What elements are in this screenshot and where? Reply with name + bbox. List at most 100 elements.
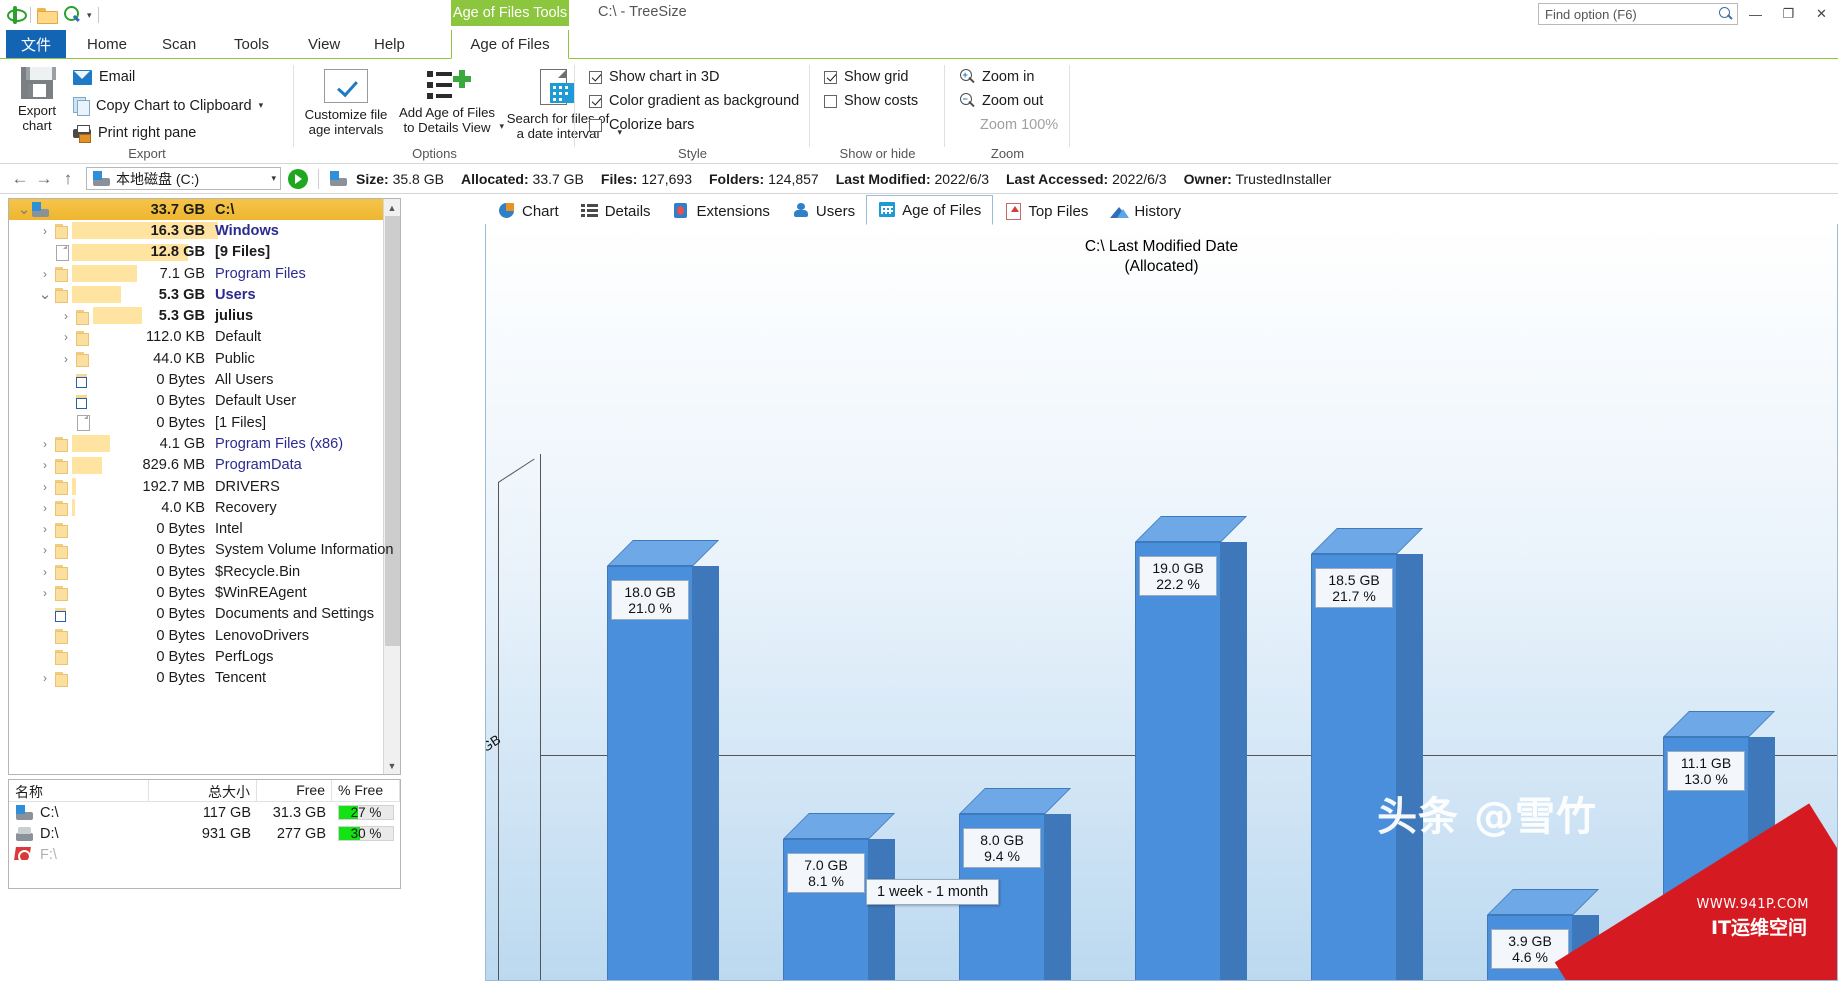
column-header-total-size[interactable]: 总大小 (149, 780, 257, 801)
customize-label-2: age intervals (308, 122, 384, 137)
view-tab-chart[interactable]: Chart (487, 197, 570, 225)
tree-row[interactable]: ↗ 0 Bytes Documents and Settings (9, 604, 383, 625)
scroll-thumb[interactable] (385, 216, 400, 646)
tree-row[interactable]: ↗ 0 Bytes All Users (9, 369, 383, 390)
copy-chart-to-clipboard-button[interactable]: Copy Chart to Clipboard ▾ (73, 97, 264, 116)
tree-row[interactable]: 0 Bytes LenovoDrivers (9, 625, 383, 646)
zoom-in-button[interactable]: + Zoom in (959, 69, 1034, 85)
close-button[interactable]: ✕ (1805, 0, 1838, 28)
tree-row-size: 44.0 KB (153, 350, 205, 367)
treesize-icon[interactable] (6, 6, 27, 24)
tree-row[interactable]: ⌄ 5.3 GB Users (9, 284, 383, 305)
email-button[interactable]: Email (73, 69, 135, 85)
up-button[interactable]: ↑ (56, 167, 80, 191)
folder-icon[interactable] (37, 7, 58, 24)
directory-tree-panel[interactable]: ⌄ 33.7 GB C:\ › 16.3 GB Windows 12.8 GB [9 File… (8, 198, 401, 775)
tree-row-size: 4.0 KB (161, 499, 205, 516)
stat-last-accessed-value: 2022/6/3 (1112, 170, 1167, 187)
export-chart-button[interactable]: Export chart (5, 67, 69, 133)
quick-access-toolbar[interactable]: ▾ (6, 3, 99, 27)
chevron-down-icon[interactable]: ▾ (271, 173, 276, 184)
tree-row-name: Tencent (215, 670, 267, 687)
scroll-up-arrow[interactable]: ▲ (384, 199, 400, 216)
tree-row[interactable]: › 16.3 GB Windows (9, 220, 383, 241)
search-icon[interactable] (1719, 7, 1733, 21)
tree-row-size: 7.1 GB (159, 265, 205, 282)
tree-row-size: 4.1 GB (159, 435, 205, 452)
print-right-pane-button[interactable]: Print right pane (73, 125, 196, 143)
drive-list-rows[interactable]: C:\ 117 GB 31.3 GB 27 % D:\ 931 GB 277 GB 30 % F… (9, 802, 400, 865)
forward-button[interactable]: → (32, 167, 56, 191)
users-icon (792, 203, 810, 219)
tree-row[interactable]: › 0 Bytes Tencent (9, 668, 383, 689)
directory-tree-list[interactable]: ⌄ 33.7 GB C:\ › 16.3 GB Windows 12.8 GB [9 File… (9, 199, 393, 774)
tree-row[interactable]: 0 Bytes PerfLogs (9, 646, 383, 667)
colorize-bars-checkbox[interactable]: Colorize bars (589, 117, 694, 133)
tab-tools[interactable]: Tools (220, 30, 283, 59)
tree-row[interactable]: › 4.1 GB Program Files (x86) (9, 433, 383, 454)
show-grid-checkbox[interactable]: Show grid (824, 69, 908, 85)
tab-scan[interactable]: Scan (148, 30, 210, 59)
back-button[interactable]: ← (8, 167, 32, 191)
drive-row[interactable]: C:\ 117 GB 31.3 GB 27 % (9, 802, 400, 823)
tree-row[interactable]: › 0 Bytes System Volume Information (9, 540, 393, 561)
tree-row[interactable]: ⌄ 33.7 GB C:\ (9, 199, 383, 221)
tree-scrollbar[interactable]: ▲ ▼ (383, 199, 400, 774)
tab-file[interactable]: 文件 (6, 30, 66, 59)
age-of-files-chart[interactable]: C:\ Last Modified Date (Allocated) 10 GB… (485, 224, 1838, 981)
chart-bar-value: 18.5 GB (1328, 572, 1380, 588)
tree-row[interactable]: › 4.0 KB Recovery (9, 497, 383, 518)
column-header-pct-free[interactable]: % Free (332, 780, 400, 801)
chart-bar-value: 3.9 GB (1508, 933, 1552, 949)
tree-row[interactable]: ↗ 0 Bytes Default User (9, 391, 383, 412)
drive-row[interactable]: F:\ (9, 844, 400, 865)
tab-home[interactable]: Home (73, 30, 141, 59)
path-combobox[interactable]: 本地磁盘 (C:) ▾ (86, 167, 281, 190)
maximize-button[interactable]: ❐ (1772, 0, 1805, 28)
tree-row[interactable]: › 0 Bytes $WinREAgent (9, 582, 383, 603)
tab-age-of-files[interactable]: Age of Files (451, 30, 569, 59)
scan-icon[interactable] (63, 6, 81, 24)
show-chart-in-3d-checkbox[interactable]: Show chart in 3D (589, 69, 719, 85)
show-costs-checkbox[interactable]: Show costs (824, 93, 918, 109)
details-icon (580, 203, 599, 219)
view-tab-age-of-files[interactable]: Age of Files (866, 195, 994, 225)
tab-help[interactable]: Help (360, 30, 419, 59)
column-header-name[interactable]: 名称 (9, 780, 149, 801)
view-tab-users[interactable]: Users (781, 197, 866, 225)
tree-row[interactable]: › 192.7 MB DRIVERS (9, 476, 383, 497)
tab-view[interactable]: View (294, 30, 354, 59)
minimize-button[interactable]: — (1739, 0, 1772, 28)
chart-bar-percent: 21.7 % (1332, 588, 1376, 604)
add-age-of-files-to-details-view-button[interactable]: Add Age of Files to Details View ▾ (394, 69, 504, 135)
tree-row[interactable]: › 112.0 KB Default (9, 327, 383, 348)
zoom-out-button[interactable]: − Zoom out (959, 93, 1043, 109)
customize-file-age-intervals-button[interactable]: Customize file age intervals (300, 69, 392, 137)
view-tab-history[interactable]: History (1099, 197, 1192, 225)
chevron-down-icon[interactable]: ▾ (87, 10, 92, 21)
view-tab-top-files[interactable]: Top Files (993, 197, 1099, 225)
tree-row[interactable]: › 7.1 GB Program Files (9, 263, 383, 284)
view-tab-extensions[interactable]: Extensions (662, 197, 781, 225)
find-option-input[interactable]: Find option (F6) (1538, 3, 1738, 25)
scroll-down-arrow[interactable]: ▼ (384, 757, 400, 774)
tree-row-size: 0 Bytes (156, 670, 205, 687)
view-tab-details[interactable]: Details (570, 197, 662, 225)
tree-row[interactable]: › 829.6 MB ProgramData (9, 455, 383, 476)
scan-play-button[interactable] (288, 168, 308, 189)
tree-row[interactable]: › 0 Bytes Intel (9, 518, 383, 539)
tree-row[interactable]: 12.8 GB [9 Files] (9, 242, 383, 263)
drive-row[interactable]: D:\ 931 GB 277 GB 30 % (9, 823, 400, 844)
tree-row[interactable]: › 44.0 KB Public (9, 348, 383, 369)
tree-row[interactable]: › 5.3 GB julius (9, 305, 383, 326)
tree-row[interactable]: 0 Bytes [1 Files] (9, 412, 383, 433)
chart-bar[interactable] (783, 813, 895, 980)
tree-row[interactable]: › 0 Bytes $Recycle.Bin (9, 561, 383, 582)
drive-list-panel[interactable]: 名称 总大小 Free % Free C:\ 117 GB 31.3 GB 27 % D… (8, 779, 401, 889)
column-header-free[interactable]: Free (257, 780, 332, 801)
chevron-down-icon[interactable]: ▾ (259, 100, 264, 111)
tree-row-name: [9 Files] (215, 244, 271, 261)
color-gradient-as-background-checkbox[interactable]: Color gradient as background (589, 93, 799, 109)
zoom-100-button[interactable]: Zoom 100% (980, 117, 1058, 133)
drive-total-size: 931 GB (201, 825, 251, 842)
